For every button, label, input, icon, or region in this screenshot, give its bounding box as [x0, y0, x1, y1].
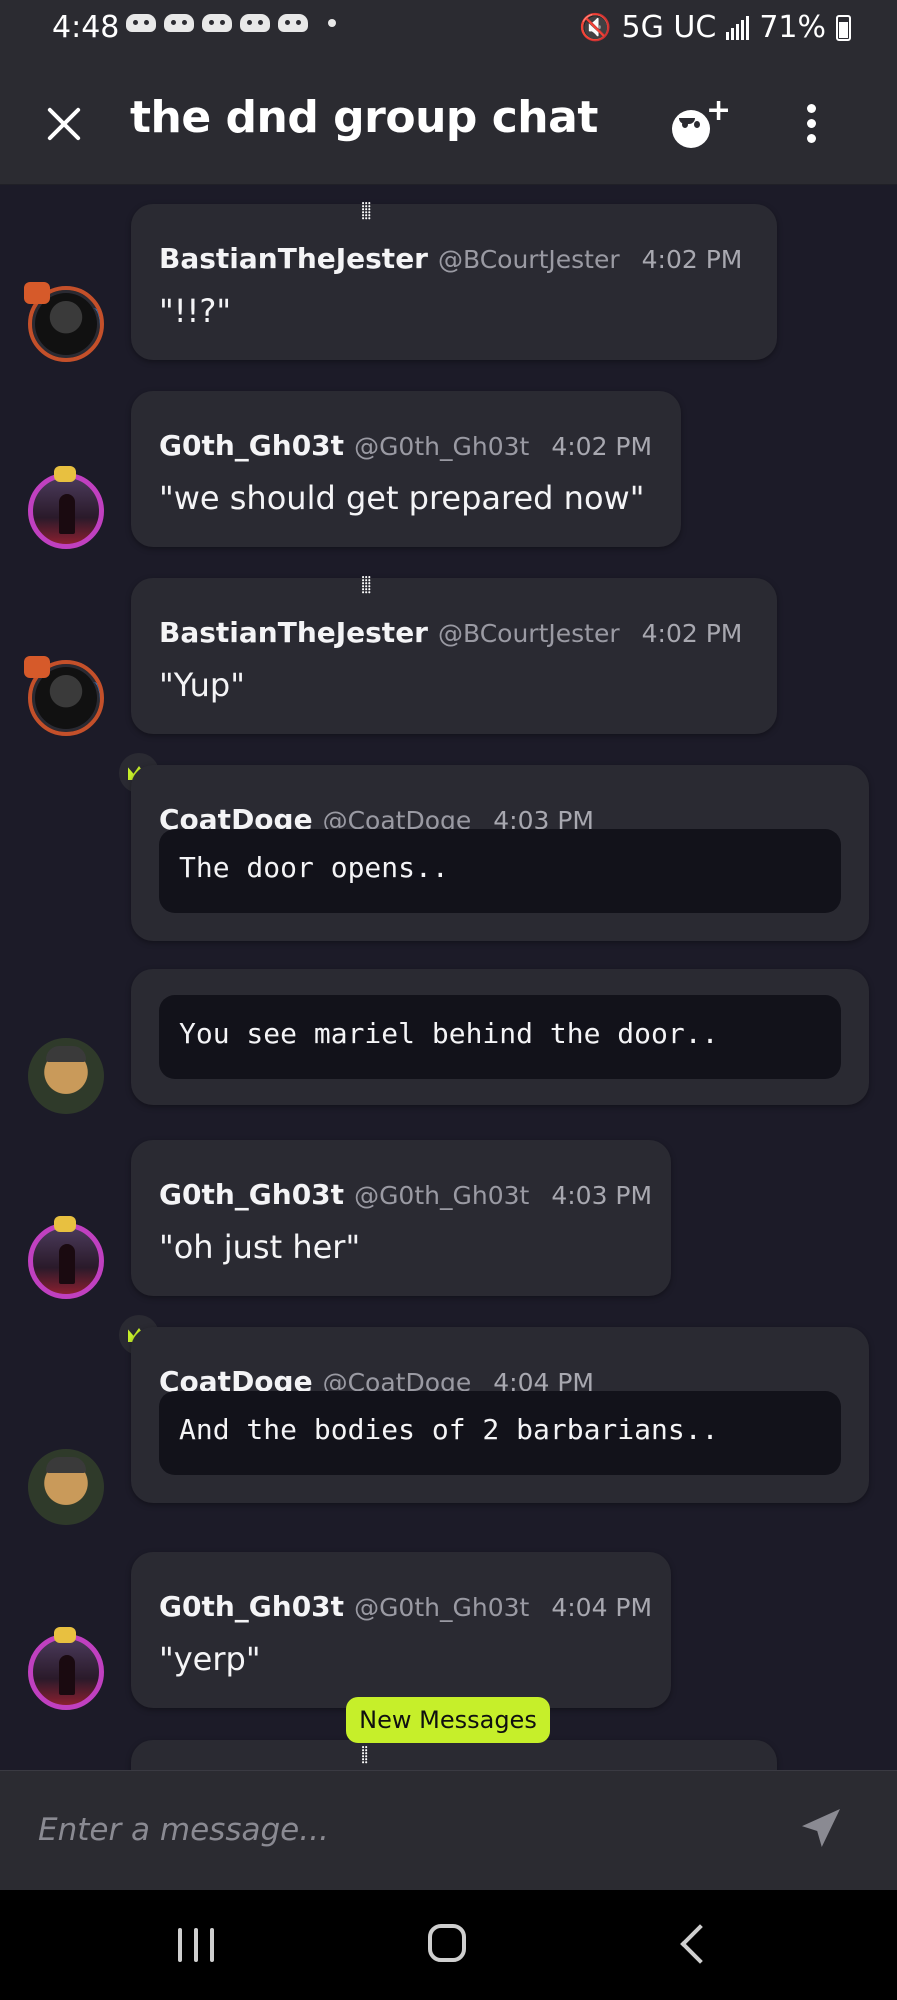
message-time: 4:04 PM — [551, 1593, 653, 1622]
decorative-glyphs: ⸽⸽ — [361, 1745, 368, 1764]
add-reaction-button[interactable]: + — [668, 96, 732, 156]
chat-header: the dnd group chat + — [0, 62, 897, 185]
discord-icon — [164, 14, 194, 32]
avatar-badge-icon — [54, 466, 76, 482]
message-handle: @G0th_Gh03t — [354, 1181, 530, 1210]
message-author[interactable]: BastianTheJester — [159, 242, 428, 275]
message-time: 4:02 PM — [551, 432, 653, 461]
message-bubble[interactable]: You see mariel behind the door.. — [131, 969, 869, 1105]
back-button[interactable] — [680, 1924, 720, 1964]
message-author[interactable]: G0th_Gh03t — [159, 429, 344, 462]
message-time: 4:02 PM — [641, 619, 743, 648]
more-options-button[interactable] — [796, 100, 826, 150]
message-bubble[interactable]: CoatDoge @CoatDoge 4:04 PM And the bodie… — [131, 1327, 869, 1503]
new-messages-button[interactable]: New Messages — [346, 1697, 550, 1743]
message-bubble[interactable]: G0th_Gh03t @G0th_Gh03t 4:04 PM "yerp" — [131, 1552, 671, 1708]
chat-title: the dnd group chat — [130, 92, 598, 143]
plus-icon: + — [706, 93, 732, 128]
message-bubble[interactable]: G0th_Gh03t @G0th_Gh03t 4:03 PM "oh just … — [131, 1140, 671, 1296]
code-block: And the bodies of 2 barbarians.. — [159, 1391, 841, 1475]
status-right: 🔇 5G UC 71% — [579, 10, 851, 45]
battery-percent: 71% — [759, 10, 826, 45]
message-handle: @G0th_Gh03t — [354, 432, 530, 461]
message-list[interactable]: BastianTheJester @BCourtJester 4:02 PM "… — [0, 184, 897, 1770]
discord-icon — [202, 14, 232, 32]
message-handle: @G0th_Gh03t — [354, 1593, 530, 1622]
message-bubble[interactable]: G0th_Gh03t @G0th_Gh03t 4:02 PM "we shoul… — [131, 391, 681, 547]
code-text: And the bodies of 2 barbarians.. — [179, 1413, 719, 1446]
message-text: "oh just her" — [159, 1228, 361, 1266]
mute-icon: 🔇 — [579, 12, 612, 43]
avatar-badge-icon — [24, 656, 50, 678]
message-text: "!!?" — [159, 292, 232, 330]
send-button[interactable] — [800, 1807, 842, 1849]
avatar[interactable] — [28, 1223, 104, 1299]
decorative-glyphs: ⸽⸽⸽ — [361, 575, 371, 594]
avatar[interactable] — [28, 1634, 104, 1710]
discord-icon — [126, 14, 156, 32]
battery-icon — [836, 14, 851, 41]
avatar-badge-icon — [54, 1627, 76, 1643]
avatar[interactable] — [28, 1038, 104, 1114]
discord-icon — [240, 14, 270, 32]
discord-icon — [278, 14, 308, 32]
message-bubble[interactable]: BastianTheJester @BCourtJester 4:02 PM "… — [131, 201, 777, 360]
code-text: The door opens.. — [179, 851, 449, 884]
message-bubble-partial[interactable]: ⸽⸽ — [131, 1740, 777, 1770]
avatar[interactable] — [28, 1449, 104, 1525]
message-bubble[interactable]: BastianTheJester @BCourtJester 4:02 PM "… — [131, 575, 777, 734]
avatar-badge-icon — [24, 282, 50, 304]
message-text: "we should get prepared now" — [159, 479, 645, 517]
message-time: 4:02 PM — [641, 245, 743, 274]
message-author[interactable]: G0th_Gh03t — [159, 1178, 344, 1211]
status-time: 4:48 — [52, 10, 120, 45]
more-notifications-dot-icon — [328, 19, 336, 27]
emoji-icon — [672, 110, 710, 148]
message-time: 4:03 PM — [551, 1181, 653, 1210]
message-author[interactable]: BastianTheJester — [159, 616, 428, 649]
avatar[interactable] — [28, 473, 104, 549]
message-handle: @BCourtJester — [438, 619, 620, 648]
message-composer — [0, 1770, 897, 1891]
close-button[interactable] — [38, 98, 90, 150]
message-input[interactable] — [36, 1799, 760, 1861]
decorative-glyphs: ⸽⸽⸽ — [361, 201, 371, 220]
status-bar: 4:48 🔇 5G UC 71% — [0, 0, 897, 62]
message-text: "Yup" — [159, 666, 245, 704]
avatar-badge-icon — [54, 1216, 76, 1232]
notification-icons — [126, 14, 336, 32]
network-type: 5G UC — [621, 10, 717, 45]
recents-button[interactable] — [178, 1928, 214, 1962]
message-text: "yerp" — [159, 1640, 261, 1678]
code-block: You see mariel behind the door.. — [159, 995, 841, 1079]
system-nav-bar — [0, 1890, 897, 2000]
message-bubble[interactable]: CoatDoge @CoatDoge 4:03 PM The door open… — [131, 765, 869, 941]
code-block: The door opens.. — [159, 829, 841, 913]
code-text: You see mariel behind the door.. — [179, 1017, 719, 1050]
message-author[interactable]: G0th_Gh03t — [159, 1590, 344, 1623]
message-handle: @BCourtJester — [438, 245, 620, 274]
home-button[interactable] — [428, 1924, 466, 1962]
signal-icon — [726, 15, 750, 40]
